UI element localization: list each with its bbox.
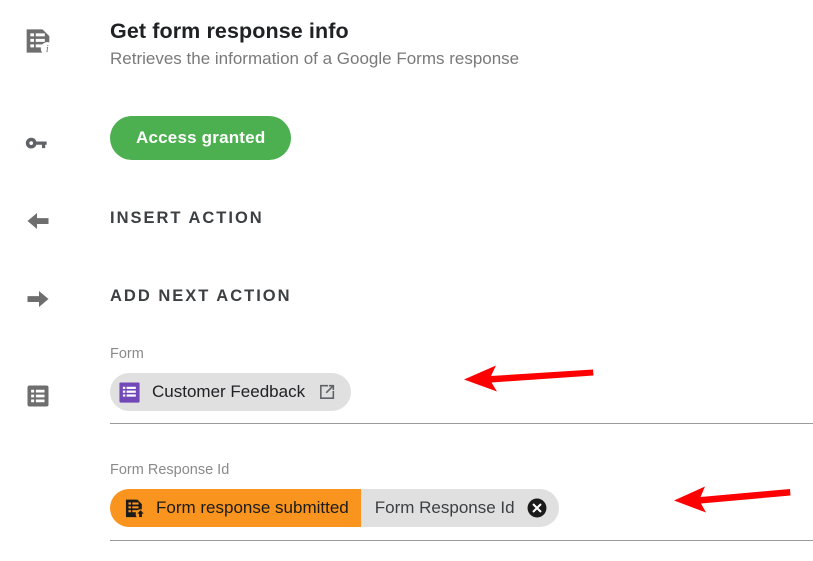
- form-submitted-icon: [122, 496, 147, 521]
- header-icon-rail: i: [18, 24, 58, 58]
- trigger-segment[interactable]: Form response submitted: [110, 489, 361, 527]
- svg-text:i: i: [46, 44, 49, 55]
- insert-action-block[interactable]: INSERT ACTION: [110, 209, 264, 228]
- form-response-id-label: Form Response Id: [110, 462, 230, 478]
- page-subtitle: Retrieves the information of a Google Fo…: [110, 49, 520, 68]
- open-in-new-icon[interactable]: [317, 382, 337, 402]
- arrow-right-icon[interactable]: [23, 284, 53, 314]
- arrow-left-icon[interactable]: [23, 206, 53, 236]
- insert-action-icon-rail[interactable]: [18, 206, 58, 236]
- arrow-pointing-to-form-chip: [462, 362, 594, 401]
- form-field-divider: [110, 423, 813, 424]
- form-field-label: Form: [110, 346, 144, 362]
- form-list-icon: [23, 381, 53, 411]
- key-icon: [21, 126, 55, 160]
- arrow-pointing-to-response-id-chip: [672, 483, 794, 522]
- form-info-icon: i: [21, 24, 55, 58]
- form-value-text: Customer Feedback: [152, 382, 306, 401]
- access-granted-button[interactable]: Access granted: [110, 116, 292, 160]
- header-text-block: Get form response info Retrieves the inf…: [110, 16, 519, 72]
- access-granted-block: Access granted: [110, 116, 292, 160]
- access-icon-rail: [18, 126, 58, 160]
- form-value-chip[interactable]: Customer Feedback: [110, 373, 352, 411]
- value-text: Form Response Id: [374, 498, 515, 517]
- close-circle-icon[interactable]: [526, 497, 548, 519]
- add-next-action-block[interactable]: ADD NEXT ACTION: [110, 287, 292, 306]
- form-field-icon-rail: [18, 381, 58, 411]
- page-title: Get form response info: [110, 19, 349, 43]
- value-segment[interactable]: Form Response Id: [360, 489, 559, 527]
- trigger-text: Form response submitted: [156, 498, 349, 517]
- form-response-id-divider: [110, 540, 813, 541]
- add-next-action-icon-rail[interactable]: [18, 284, 58, 314]
- form-response-id-value-chip[interactable]: Form response submitted Form Response Id: [110, 489, 559, 527]
- form-response-id-block: Form Response Id Form response submitted…: [110, 461, 559, 527]
- google-forms-icon: [118, 381, 141, 404]
- insert-action-label[interactable]: INSERT ACTION: [110, 209, 264, 228]
- form-field-block: Form Customer Feedback: [110, 345, 352, 411]
- add-next-action-label[interactable]: ADD NEXT ACTION: [110, 287, 292, 306]
